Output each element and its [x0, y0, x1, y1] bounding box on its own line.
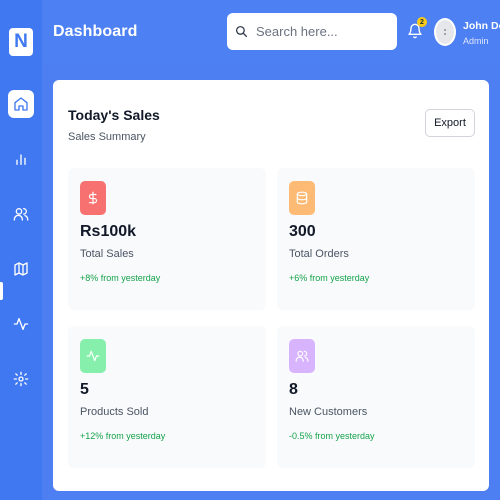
sidebar-active-marker: [0, 282, 3, 300]
sidebar-item-analytics[interactable]: [8, 145, 34, 173]
user-name[interactable]: John Doe: [463, 20, 500, 32]
todays-sales-card: Today's Sales Sales Summary Export Rs100…: [53, 80, 489, 491]
dollar-icon: [88, 191, 98, 205]
users-icon: [13, 208, 29, 221]
sidebar-item-users[interactable]: [8, 200, 34, 228]
search-icon: [235, 25, 248, 38]
card-title: Today's Sales: [68, 107, 160, 123]
stat-value: 5: [80, 381, 89, 398]
avatar[interactable]: [434, 18, 456, 46]
notifications-button[interactable]: 2: [407, 17, 427, 42]
app-logo[interactable]: N: [9, 28, 33, 56]
stat-change: +6% from yesterday: [289, 273, 370, 283]
stat-label: Products Sold: [80, 406, 149, 418]
sidebar-item-activity[interactable]: [8, 310, 34, 338]
page-title: Dashboard: [53, 23, 138, 40]
stat-card-total-sales: Rs100k Total Sales +8% from yesterday: [68, 168, 266, 310]
database-icon: [296, 191, 308, 205]
activity-icon: [86, 350, 100, 362]
search-input[interactable]: [256, 24, 386, 39]
stat-change: +12% from yesterday: [80, 431, 166, 441]
stat-value: 8: [289, 381, 298, 398]
sidebar-item-map[interactable]: [8, 255, 34, 283]
stat-label: New Customers: [289, 406, 368, 418]
stat-label: Total Sales: [80, 248, 134, 260]
bar-chart-icon: [16, 154, 26, 165]
notification-badge: 2: [417, 17, 427, 27]
search-box[interactable]: [227, 13, 397, 50]
stat-icon-box: [80, 181, 106, 215]
stat-change: -0.5% from yesterday: [289, 431, 375, 441]
stat-label: Total Orders: [289, 248, 349, 260]
users-icon: [295, 350, 309, 362]
sidebar-item-home[interactable]: [8, 90, 34, 118]
stat-card-total-orders: 300 Total Orders +6% from yesterday: [277, 168, 475, 310]
stat-card-products-sold: 5 Products Sold +12% from yesterday: [68, 326, 266, 468]
settings-icon: [13, 371, 29, 387]
stat-value: Rs100k: [80, 223, 137, 240]
user-role: Admin: [463, 36, 489, 46]
stat-icon-box: [289, 339, 315, 373]
map-icon: [14, 262, 28, 276]
stat-value: 300: [289, 223, 316, 240]
stat-change: +8% from yesterday: [80, 273, 161, 283]
stat-icon-box: [80, 339, 106, 373]
sidebar: N: [0, 0, 42, 500]
export-button[interactable]: Export: [425, 109, 475, 137]
home-icon: [14, 97, 28, 111]
stat-card-new-customers: 8 New Customers -0.5% from yesterday: [277, 326, 475, 468]
avatar-placeholder-icon: [444, 29, 446, 35]
activity-icon: [13, 318, 29, 330]
card-subtitle: Sales Summary: [68, 131, 146, 143]
sidebar-item-settings[interactable]: [8, 365, 34, 393]
stat-icon-box: [289, 181, 315, 215]
